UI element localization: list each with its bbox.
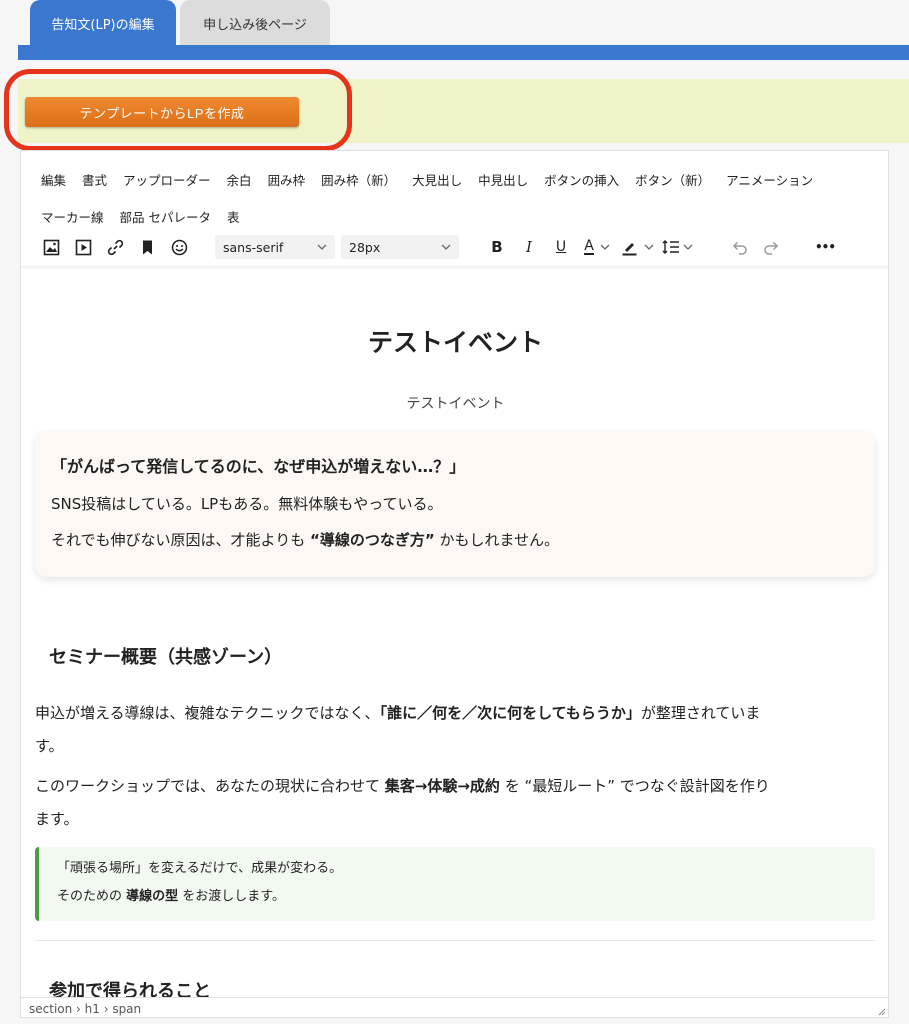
bold-text: 集客→体験→成約 (384, 777, 500, 795)
resize-handle-icon[interactable] (876, 1006, 886, 1016)
section-heading-benefits: 参加で得られること (49, 981, 211, 997)
text-span: す。 (35, 737, 64, 755)
font-family-value: sans-serif (223, 239, 284, 255)
tab-lp-edit[interactable]: 告知文(LP)の編集 (30, 0, 176, 46)
chevron-down-icon (600, 244, 610, 250)
intro-card-paragraph-1: SNS投稿はしている。LPもある。無料体験もやっている。 (51, 495, 443, 513)
quote-line-1: 「頑張る場所」を変えるだけで、成果が変わる。 (57, 861, 343, 876)
page-title: テストイベント (367, 328, 543, 357)
content-divider (35, 940, 875, 941)
menu-margin[interactable]: 余白 (219, 170, 260, 189)
text-color-button[interactable]: A (577, 234, 617, 260)
text-span: が整理されていま (640, 704, 761, 722)
editor-menubar: 編集 書式 アップローダー 余白 囲み枠 囲み枠（新） 大見出し 中見出し ボタ… (39, 161, 879, 235)
menubar-row-2: マーカー線 部品 セパレータ 表 (39, 198, 879, 235)
page-tabs: 告知文(LP)の編集 申し込み後ページ (30, 0, 330, 46)
chevron-down-icon (644, 244, 653, 250)
bold-button[interactable]: B (481, 234, 513, 260)
menu-uploader[interactable]: アップローダー (115, 170, 219, 189)
text-span: をお渡しします。 (178, 889, 285, 904)
redo-icon[interactable] (755, 234, 787, 260)
menu-animation[interactable]: アニメーション (718, 170, 821, 189)
text-span: を “最短ルート” でつなぐ設計図を作り (499, 777, 770, 795)
bookmark-icon[interactable] (131, 234, 163, 260)
menu-separator-part[interactable]: 部品 セパレータ (112, 207, 219, 226)
text-span: このワークショップでは、あなたの現状に合わせて (35, 777, 385, 795)
text-color-letter: A (584, 238, 594, 255)
editor-toolbar: sans-serif 28px B I U A ••• (35, 233, 881, 261)
font-size-value: 28px (349, 239, 381, 255)
highlighter-icon (622, 242, 636, 255)
menu-table[interactable]: 表 (219, 207, 248, 226)
bold-text: “導線のつなぎ方” (310, 531, 435, 549)
line-height-icon (662, 240, 679, 254)
more-icon[interactable]: ••• (809, 234, 841, 260)
menu-button-new[interactable]: ボタン（新） (627, 170, 718, 189)
menu-medium-heading[interactable]: 中見出し (470, 170, 536, 189)
editor-statusbar: section › h1 › span (21, 997, 888, 1017)
menu-box-new[interactable]: 囲み枠（新） (313, 170, 404, 189)
overview-paragraph-2: このワークショップでは、あなたの現状に合わせて 集客→体験→成約 を “最短ルー… (35, 770, 875, 836)
line-height-button[interactable] (657, 234, 697, 260)
menu-insert-button[interactable]: ボタンの挿入 (536, 170, 627, 189)
chevron-down-icon (683, 244, 692, 250)
toolbar-shadow (21, 266, 888, 270)
chevron-down-icon (317, 244, 327, 250)
media-icon[interactable] (67, 234, 99, 260)
menu-large-heading[interactable]: 大見出し (404, 170, 470, 189)
bold-text: 導線の型 (126, 889, 179, 904)
link-icon[interactable] (99, 234, 131, 260)
intro-card-paragraph-2: それでも伸びない原因は、才能よりも “導線のつなぎ方” かもしれません。 (51, 529, 859, 550)
overview-paragraph-1: 申込が増える導線は、複雑なテクニックではなく、「誰に／何を／次に何をしてもらうか… (35, 697, 875, 763)
image-icon[interactable] (35, 234, 67, 260)
intro-card: 「がんばって発信してるのに、なぜ申込が増えない…？」 SNS投稿はしている。LP… (35, 431, 875, 577)
tab-after-apply-page[interactable]: 申し込み後ページ (180, 0, 330, 46)
menu-box[interactable]: 囲み枠 (260, 170, 314, 189)
font-family-select[interactable]: sans-serif (215, 235, 335, 259)
highlight-annotation-ring (4, 69, 352, 151)
menu-format[interactable]: 書式 (74, 170, 115, 189)
green-quote-box: 「頑張る場所」を変えるだけで、成果が変わる。 そのための 導線の型 をお渡ししま… (35, 847, 875, 921)
tab-underline-bar (18, 45, 909, 60)
section-heading-overview: セミナー概要（共感ゾーン） (49, 647, 283, 668)
text-span: 申込が増える導線は、複雑なテクニックではなく、 (35, 704, 380, 722)
text-span: そのための (57, 889, 127, 904)
page-subtitle: テストイベント (406, 396, 505, 412)
editor-content[interactable]: テストイベント テストイベント 「がんばって発信してるのに、なぜ申込が増えない…… (21, 271, 888, 997)
text-span: ます。 (35, 810, 79, 828)
rich-text-editor: 編集 書式 アップローダー 余白 囲み枠 囲み枠（新） 大見出し 中見出し ボタ… (20, 150, 889, 1018)
italic-button[interactable]: I (513, 234, 545, 260)
underline-button[interactable]: U (545, 234, 577, 260)
quote-line-2: そのための 導線の型 をお渡しします。 (57, 883, 857, 911)
text-span: それでも伸びない原因は、才能よりも (51, 531, 311, 549)
emoji-icon[interactable] (163, 234, 195, 260)
menu-marker-line[interactable]: マーカー線 (39, 207, 112, 226)
menubar-row-1: 編集 書式 アップローダー 余白 囲み枠 囲み枠（新） 大見出し 中見出し ボタ… (39, 161, 879, 198)
font-size-select[interactable]: 28px (341, 235, 459, 259)
bold-text: 「誰に／何を／次に何をしてもらうか」 (379, 704, 641, 722)
menu-edit[interactable]: 編集 (39, 170, 74, 189)
highlight-color-button[interactable] (617, 234, 657, 260)
chevron-down-icon (441, 244, 451, 250)
intro-card-heading: 「がんばって発信してるのに、なぜ申込が増えない…？」 (51, 457, 466, 476)
undo-icon[interactable] (723, 234, 755, 260)
element-path[interactable]: section › h1 › span (29, 1002, 141, 1016)
text-span: かもしれません。 (434, 531, 560, 549)
